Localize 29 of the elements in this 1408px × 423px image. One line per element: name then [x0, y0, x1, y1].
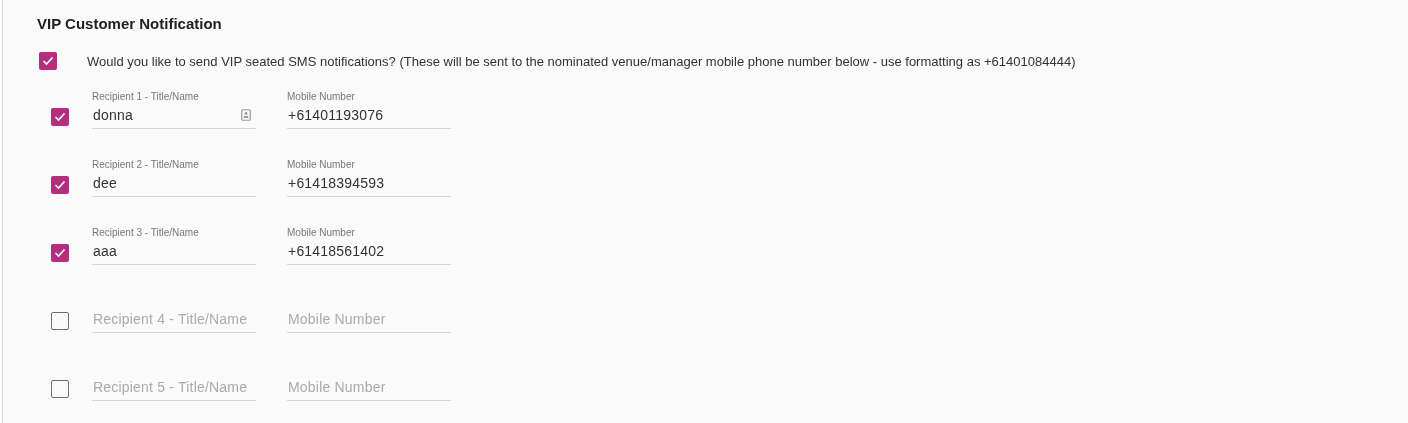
checkbox[interactable]: [51, 108, 69, 126]
name-field[interactable]: Recipient 5 - Title/Name: [92, 375, 256, 401]
check-icon: [54, 248, 66, 258]
check-icon: [54, 112, 66, 122]
checkbox[interactable]: [51, 380, 69, 398]
checkbox[interactable]: [39, 52, 57, 70]
name-field[interactable]: dee: [92, 171, 256, 197]
section-title: VIP Customer Notification: [37, 15, 223, 33]
name-field[interactable]: Recipient 4 - Title/Name: [92, 307, 256, 333]
field-label: Recipient 1 - Title/Name: [92, 91, 200, 103]
mobile-number-field[interactable]: Mobile Number: [287, 307, 451, 333]
name-field[interactable]: donna: [92, 103, 256, 129]
checkbox[interactable]: [51, 176, 69, 194]
mobile-number-field[interactable]: +61418394593: [287, 171, 451, 197]
field-label: Mobile Number: [287, 227, 356, 239]
field-label: Mobile Number: [287, 91, 356, 103]
checkbox[interactable]: [51, 312, 69, 330]
mobile-number-field[interactable]: +61401193076: [287, 103, 451, 129]
mobile-number-field[interactable]: +61418561402: [287, 239, 451, 265]
check-icon: [42, 56, 54, 66]
checkbox-label: Would you like to send VIP seated SMS notifications? (These will be sent to the nominated venue/manager mobile phone number below - use formatting as +61401084444): [87, 53, 1076, 69]
check-icon: [54, 180, 66, 190]
contact-card-icon[interactable]: [241, 109, 251, 121]
checkbox[interactable]: [51, 244, 69, 262]
mobile-number-field[interactable]: Mobile Number: [287, 375, 451, 401]
field-label: Mobile Number: [287, 159, 356, 171]
name-field[interactable]: aaa: [92, 239, 256, 265]
field-label: Recipient 3 - Title/Name: [92, 227, 200, 239]
field-label: Recipient 2 - Title/Name: [92, 159, 200, 171]
